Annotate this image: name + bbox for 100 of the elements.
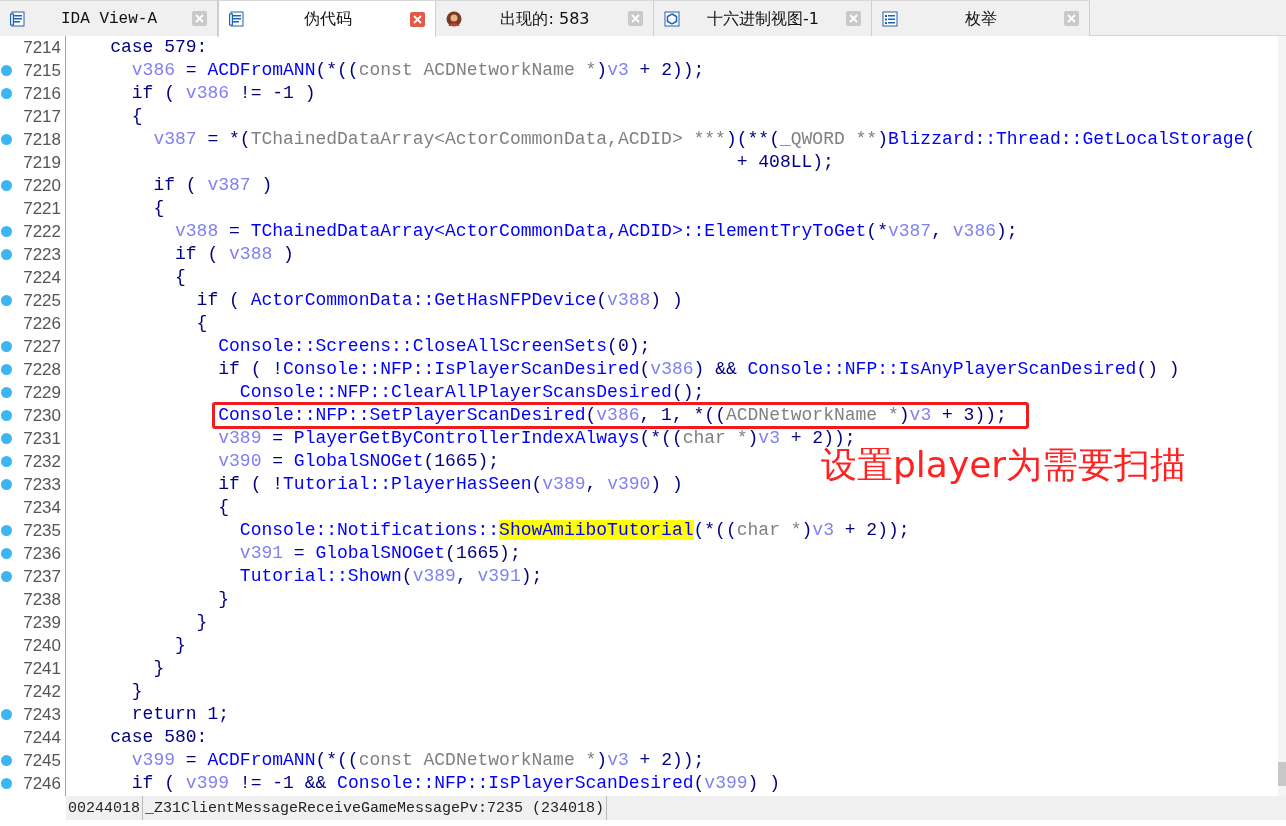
code-line: Console::Screens::CloseAllScreenSets(0); <box>217 335 651 358</box>
code-line: if ( ActorCommonData::GetHasNFPDevice(v388) ) <box>195 289 683 312</box>
code-line: Console::NFP::SetPlayerScanDesired(v386, 1, *((ACDNetworkName *)v3 + 3)); <box>67 404 1007 427</box>
line-number: 7244 <box>23 727 62 748</box>
close-button[interactable] <box>628 11 643 26</box>
breakpoint-dot[interactable] <box>1 479 12 490</box>
breakpoint-dot[interactable] <box>1 341 12 352</box>
scrollbar-thumb[interactable] <box>1278 762 1286 786</box>
line-number: 7231 <box>23 428 62 449</box>
line-number: 7226 <box>23 313 62 334</box>
code-line: { <box>174 266 186 289</box>
line-number: 7242 <box>23 681 62 702</box>
code-line: v391 = GlobalSNOGet(1665); <box>238 542 521 565</box>
line-number: 7219 <box>23 152 62 173</box>
code-line: } <box>130 680 143 703</box>
line-number: 7234 <box>23 497 62 518</box>
close-button[interactable] <box>410 11 425 27</box>
code-line: } <box>195 611 208 634</box>
breakpoint-dot[interactable] <box>1 65 12 76</box>
code-line: v390 = GlobalSNOGet(1665); <box>217 450 500 473</box>
line-number: 7236 <box>23 543 62 564</box>
breakpoint-dot[interactable] <box>1 709 12 720</box>
document-icon <box>10 10 26 27</box>
breakpoint-dot[interactable] <box>1 364 12 375</box>
line-number: 7239 <box>23 612 62 633</box>
code-line: } <box>152 657 165 680</box>
breakpoint-dot[interactable] <box>1 525 12 536</box>
code-line: case 579: <box>109 36 208 59</box>
code-line: if ( v387 ) <box>152 174 273 197</box>
tab[interactable]: 出现的: 583 <box>436 0 654 36</box>
breakpoint-dot[interactable] <box>1 295 12 306</box>
breakpoint-dot[interactable] <box>1 134 12 145</box>
line-number: 7218 <box>23 129 62 150</box>
close-button[interactable] <box>1064 11 1079 26</box>
line-number: 7217 <box>23 106 62 127</box>
document-icon <box>229 11 245 27</box>
address-field: 00244018 <box>66 796 143 820</box>
line-number: 7223 <box>23 244 62 265</box>
line-number: 7229 <box>23 382 62 403</box>
code-line: Console::Notifications::ShowAmiiboTutorial(*((char *)v3 + 2)); <box>238 519 910 542</box>
breakpoint-dot[interactable] <box>1 88 12 99</box>
hexagon-icon <box>664 10 680 27</box>
line-number: 7220 <box>23 175 62 196</box>
code-line: { <box>130 105 143 128</box>
code-line: if ( v399 != -1 && Console::NFP::IsPlayerScanDesired(v399) ) <box>130 772 780 795</box>
line-number: 7243 <box>23 704 62 725</box>
code-line: if ( !Console::NFP::IsPlayerScanDesired(v386) && Console::NFP::IsAnyPlayerScanDesired() ) <box>217 358 1180 381</box>
code-line: } <box>217 588 230 611</box>
tab[interactable]: 十六进制视图-1 <box>654 0 872 36</box>
line-number: 7215 <box>23 60 62 81</box>
code-line: v386 = ACDFromANN(*((const ACDNetworkName *)v3 + 2)); <box>130 59 705 82</box>
line-number: 7245 <box>23 750 62 771</box>
code-line: } <box>174 634 186 657</box>
close-button[interactable] <box>846 11 861 26</box>
breakpoint-dot[interactable] <box>1 755 12 766</box>
location-field: _Z31ClientMessageReceiveGameMessagePv:7235 (234018) <box>143 796 608 820</box>
close-button[interactable] <box>192 11 207 26</box>
avatar-icon <box>446 10 462 27</box>
code-line: { <box>195 312 208 335</box>
breakpoint-dot[interactable] <box>1 433 12 444</box>
breakpoint-dot[interactable] <box>1 180 12 191</box>
scrollbar[interactable] <box>1278 36 1286 796</box>
tab[interactable]: 伪代码 <box>218 0 436 37</box>
line-number: 7227 <box>23 336 62 357</box>
line-number: 7225 <box>23 290 62 311</box>
breakpoint-dot[interactable] <box>1 226 12 237</box>
line-number: 7222 <box>23 221 62 242</box>
code-line: if ( !Tutorial::PlayerHasSeen(v389, v390) ) <box>217 473 683 496</box>
tab[interactable]: 枚举 <box>872 0 1090 36</box>
code-line: { <box>217 496 230 519</box>
line-number: 7214 <box>23 37 62 58</box>
tab[interactable]: IDA View-A <box>0 0 218 36</box>
code-line: Console::NFP::ClearAllPlayerScansDesired(); <box>238 381 705 404</box>
line-number: 7232 <box>23 451 62 472</box>
breakpoint-dot[interactable] <box>1 249 12 260</box>
code-line: return 1; <box>130 703 230 726</box>
breakpoint-dot[interactable] <box>1 387 12 398</box>
line-number: 7228 <box>23 359 62 380</box>
breakpoint-dot[interactable] <box>1 410 12 421</box>
code-line: { <box>152 197 165 220</box>
breakpoint-dot[interactable] <box>1 571 12 582</box>
line-number: 7233 <box>23 474 62 495</box>
code-line: case 580: <box>109 726 208 749</box>
code-line: v399 = ACDFromANN(*((const ACDNetworkName *)v3 + 2)); <box>130 749 705 772</box>
line-number: 7246 <box>23 773 62 794</box>
code-line: + 408LL); <box>735 151 834 174</box>
line-number: 7235 <box>23 520 62 541</box>
code-line: v388 = TChainedDataArray<ActorCommonData,ACDID>::ElementTryToGet(*v387, v386); <box>174 220 1018 243</box>
line-number: 7237 <box>23 566 62 587</box>
code-line: if ( v386 != -1 ) <box>130 82 316 105</box>
line-number: 7241 <box>23 658 62 679</box>
line-number: 7221 <box>23 198 62 219</box>
code-line: Tutorial::Shown(v389, v391); <box>238 565 543 588</box>
breakpoint-dot[interactable] <box>1 456 12 467</box>
breakpoint-dot[interactable] <box>1 778 12 789</box>
code-line: if ( v388 ) <box>174 243 294 266</box>
list-icon <box>882 10 898 27</box>
code-line: v387 = *(TChainedDataArray<ActorCommonData,ACDID> ***)(**(_QWORD **)Blizzard::Thread::GetLocalStorage( <box>152 128 1256 151</box>
line-number: 7216 <box>23 83 62 104</box>
breakpoint-dot[interactable] <box>1 548 12 559</box>
